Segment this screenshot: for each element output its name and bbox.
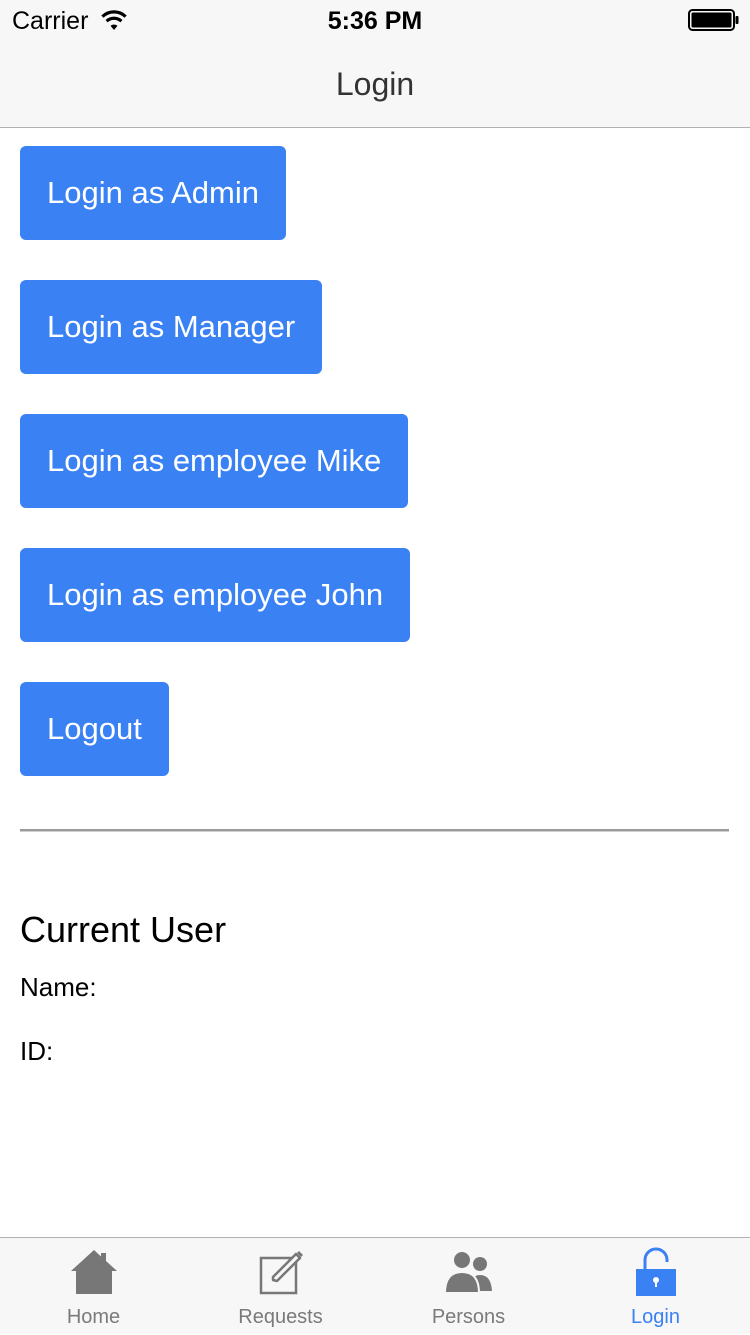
status-bar: Carrier 5:36 PM <box>0 0 750 40</box>
current-user-id-label: ID: <box>20 1036 54 1066</box>
tab-home-label: Home <box>66 1306 121 1328</box>
status-time: 5:36 PM <box>327 7 423 35</box>
section-divider <box>20 829 729 832</box>
login-manager-button[interactable]: Login as Manager <box>20 280 323 374</box>
login-employee-mike-button[interactable]: Login as employee Mike <box>20 414 409 508</box>
tab-requests[interactable]: Requests <box>187 1238 374 1335</box>
page-title: Login <box>335 66 415 102</box>
login-employee-john-button[interactable]: Login as employee John <box>20 548 411 642</box>
tab-login[interactable]: Login <box>562 1238 749 1335</box>
tab-persons-label: Persons <box>431 1306 506 1328</box>
unlock-icon <box>635 1247 676 1296</box>
tab-persons[interactable]: Persons <box>375 1238 562 1335</box>
login-admin-button[interactable]: Login as Admin <box>20 146 286 240</box>
logout-button[interactable]: Logout <box>20 682 169 776</box>
tab-bar: Home Requests Persons Login <box>0 1237 750 1334</box>
current-user-heading: Current User <box>20 909 227 950</box>
navigation-bar: Login <box>0 40 750 128</box>
login-content: Login as Admin Login as Manager Login as… <box>0 128 750 1236</box>
tab-requests-label: Requests <box>238 1306 323 1328</box>
persons-icon <box>443 1250 492 1294</box>
battery-icon <box>688 9 739 31</box>
compose-icon <box>259 1251 303 1295</box>
tab-home[interactable]: Home <box>0 1238 187 1335</box>
current-user-name-label: Name: <box>20 972 97 1002</box>
tab-login-label: Login <box>631 1306 680 1328</box>
home-icon <box>70 1250 117 1294</box>
